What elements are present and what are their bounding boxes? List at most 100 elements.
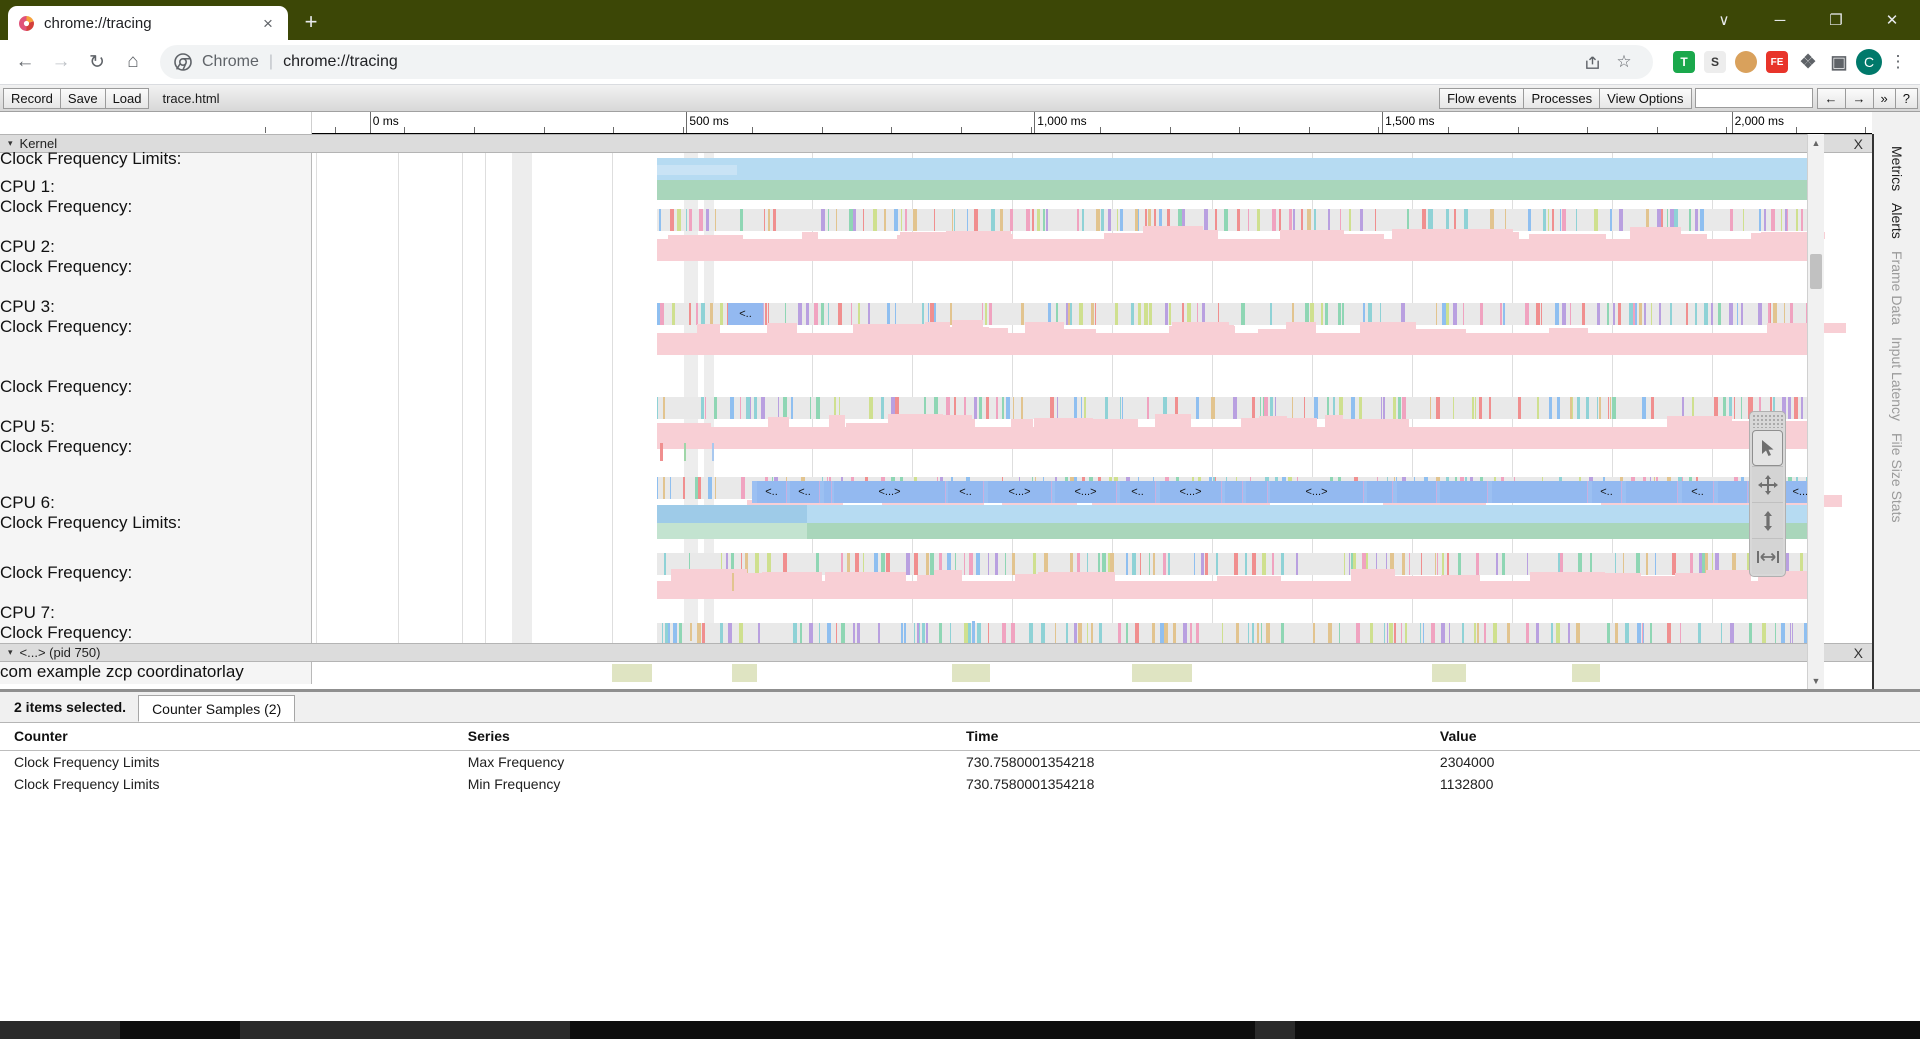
column-header-counter[interactable]: Counter bbox=[0, 723, 462, 751]
table-row[interactable]: Clock Frequency Limits Min Frequency 730… bbox=[0, 773, 1920, 795]
search-prev-button[interactable]: ← bbox=[1816, 87, 1846, 109]
chevron-down-icon[interactable]: ▾ bbox=[8, 647, 13, 658]
maximize-button[interactable]: ❐ bbox=[1808, 0, 1864, 40]
overflow-button[interactable]: » bbox=[1872, 87, 1896, 109]
side-tab-metrics[interactable]: Metrics bbox=[1889, 140, 1905, 197]
side-panel-icon[interactable]: ▣ bbox=[1828, 51, 1850, 73]
async-slice[interactable]: <.. bbox=[757, 481, 787, 503]
partial-slice[interactable] bbox=[612, 664, 652, 682]
selected-slice[interactable]: <.. bbox=[728, 303, 764, 325]
async-slice[interactable]: <.. bbox=[948, 481, 984, 503]
tab-search-icon[interactable]: ∨ bbox=[1696, 0, 1752, 40]
minimize-button[interactable]: ─ bbox=[1752, 0, 1808, 40]
group-header-kernel[interactable]: ▾ Kernel X bbox=[0, 134, 1872, 153]
async-slice[interactable]: <...> bbox=[988, 481, 1052, 503]
reload-icon[interactable]: ↻ bbox=[80, 45, 114, 79]
close-icon[interactable]: X bbox=[1854, 645, 1863, 661]
help-button[interactable]: ? bbox=[1894, 87, 1918, 109]
chevron-down-icon[interactable]: ▾ bbox=[8, 138, 13, 149]
tab-counter-samples[interactable]: Counter Samples (2) bbox=[138, 695, 296, 722]
processes-button[interactable]: Processes bbox=[1523, 87, 1601, 109]
select-tool-icon[interactable] bbox=[1752, 430, 1783, 466]
partial-slice[interactable] bbox=[732, 664, 757, 682]
pan-tool-icon[interactable] bbox=[1752, 466, 1783, 502]
partial-slice[interactable] bbox=[952, 664, 990, 682]
drag-handle-icon[interactable] bbox=[1752, 414, 1783, 428]
partial-slice[interactable] bbox=[1432, 664, 1466, 682]
scroll-down-icon[interactable]: ▼ bbox=[1808, 672, 1824, 689]
new-tab-button[interactable]: + bbox=[296, 7, 326, 37]
close-window-button[interactable]: ✕ bbox=[1864, 0, 1920, 40]
back-icon[interactable]: ← bbox=[8, 45, 42, 79]
side-tab-file-size-stats[interactable]: File Size Stats bbox=[1889, 427, 1905, 528]
async-slice[interactable] bbox=[1718, 481, 1748, 503]
async-slice[interactable]: <.. bbox=[1120, 481, 1156, 503]
address-bar[interactable]: Chrome | chrome://tracing ☆ bbox=[160, 45, 1653, 79]
partial-track-canvas[interactable] bbox=[312, 662, 1872, 684]
column-header-series[interactable]: Series bbox=[461, 723, 960, 751]
table-row[interactable]: Clock Frequency Limits Max Frequency 730… bbox=[0, 751, 1920, 774]
cpu-slice bbox=[778, 397, 779, 419]
side-tab-alerts[interactable]: Alerts bbox=[1889, 197, 1905, 245]
async-slice[interactable] bbox=[1367, 481, 1393, 503]
async-slice[interactable]: <.. bbox=[1592, 481, 1622, 503]
async-slice[interactable] bbox=[1626, 481, 1678, 503]
async-slice[interactable]: <...> bbox=[1160, 481, 1222, 503]
partial-slice[interactable] bbox=[1572, 664, 1600, 682]
async-slice[interactable]: <.. bbox=[790, 481, 820, 503]
async-slice[interactable]: <...> bbox=[1270, 481, 1364, 503]
cpu-slice bbox=[1037, 209, 1040, 231]
close-icon[interactable]: X bbox=[1854, 136, 1863, 152]
tool-palette[interactable] bbox=[1749, 411, 1786, 577]
record-button[interactable]: Record bbox=[3, 87, 61, 109]
cpu-slice bbox=[954, 209, 955, 231]
browser-tab[interactable]: chrome://tracing × bbox=[8, 6, 288, 40]
bookmark-star-icon[interactable]: ☆ bbox=[1609, 47, 1639, 77]
side-tab-frame-data[interactable]: Frame Data bbox=[1889, 245, 1905, 331]
load-button[interactable]: Load bbox=[104, 87, 150, 109]
puzzle-extensions-icon[interactable]: ❖ bbox=[1797, 51, 1819, 73]
column-header-value[interactable]: Value bbox=[1433, 723, 1920, 751]
vertical-zoom-tool-icon[interactable] bbox=[1752, 502, 1783, 538]
scroll-up-icon[interactable]: ▲ bbox=[1808, 134, 1824, 151]
column-header-time[interactable]: Time bbox=[959, 723, 1434, 751]
view-options-button[interactable]: View Options bbox=[1599, 87, 1692, 109]
save-button[interactable]: Save bbox=[59, 87, 106, 109]
async-slice[interactable] bbox=[1492, 481, 1588, 503]
search-input[interactable] bbox=[1694, 88, 1813, 108]
frequency-step bbox=[1412, 329, 1466, 333]
async-slice[interactable] bbox=[824, 481, 832, 503]
cell-time: 730.7580001354218 bbox=[965, 754, 1095, 770]
horizontal-marker-tool-icon[interactable] bbox=[1752, 538, 1783, 574]
async-slice[interactable]: <...> bbox=[1055, 481, 1117, 503]
cpu-slice bbox=[1737, 303, 1738, 325]
share-icon[interactable] bbox=[1577, 47, 1607, 77]
time-ruler[interactable]: 0 ms 500 ms 1,000 ms 1,500 ms 2,000 ms bbox=[265, 112, 1872, 134]
async-slice[interactable]: <...> bbox=[834, 481, 946, 503]
s-extension-icon[interactable]: S bbox=[1704, 51, 1726, 73]
kernel-track-canvas[interactable]: <.. <.. <.. <...> <.. <...> <...> <.. <...> <...>… bbox=[312, 153, 1872, 643]
frequency-band bbox=[657, 239, 1823, 261]
chrome-menu-icon[interactable]: ⋮ bbox=[1884, 52, 1912, 72]
flow-events-button[interactable]: Flow events bbox=[1439, 87, 1525, 109]
avatar[interactable]: C bbox=[1856, 49, 1882, 75]
async-slice[interactable] bbox=[1440, 481, 1488, 503]
async-slice[interactable]: <.. bbox=[1682, 481, 1714, 503]
async-slice[interactable] bbox=[1225, 481, 1243, 503]
group-header-pid750[interactable]: ▾ <...> (pid 750) X com example zcp coor… bbox=[0, 643, 1872, 684]
scrollbar-thumb[interactable] bbox=[1810, 254, 1822, 289]
fe-extension-icon[interactable]: FE bbox=[1766, 51, 1788, 73]
search-next-button[interactable]: → bbox=[1844, 87, 1874, 109]
analysis-pane: 2 items selected. Counter Samples (2) Co… bbox=[0, 689, 1920, 1039]
async-slice[interactable] bbox=[1397, 481, 1437, 503]
partial-slice[interactable] bbox=[1132, 664, 1192, 682]
forward-icon[interactable]: → bbox=[44, 45, 78, 79]
home-icon[interactable]: ⌂ bbox=[116, 45, 150, 79]
async-slice[interactable] bbox=[1246, 481, 1268, 503]
shield-extension-icon[interactable]: T bbox=[1673, 51, 1695, 73]
side-tab-input-latency[interactable]: Input Latency bbox=[1889, 331, 1905, 427]
close-icon[interactable]: × bbox=[258, 13, 278, 33]
cookie-extension-icon[interactable] bbox=[1735, 51, 1757, 73]
ruler-minor-tick bbox=[1239, 127, 1241, 133]
tracks-vertical-scrollbar[interactable]: ▲ ▼ bbox=[1807, 134, 1824, 689]
